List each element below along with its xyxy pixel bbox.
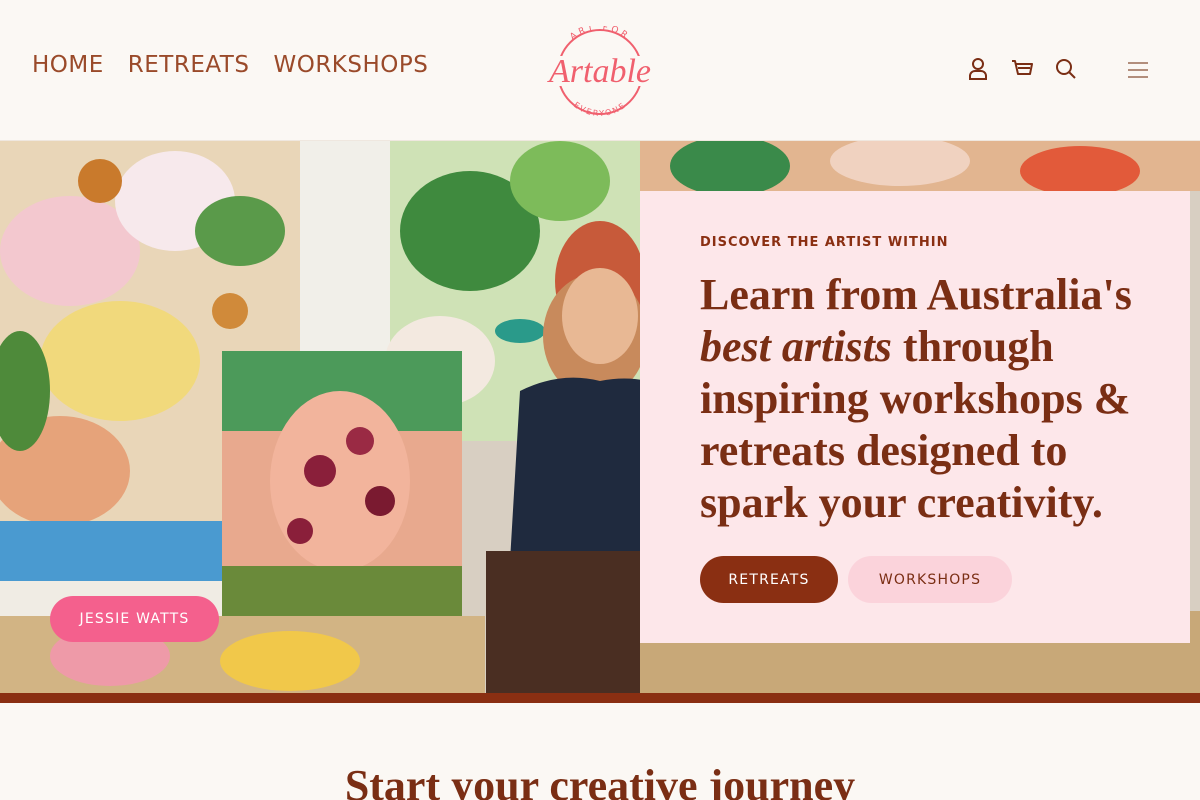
- logo-ring-bottom: EVERYONE: [572, 100, 626, 118]
- nav-retreats[interactable]: RETREATS: [128, 52, 250, 78]
- nav-workshops[interactable]: WORKSHOPS: [273, 52, 428, 78]
- cart-icon[interactable]: [1010, 56, 1034, 82]
- logo-wordmark: Artable: [547, 53, 651, 90]
- hero-headline: Learn from Australia's best artists thro…: [700, 269, 1170, 529]
- section-title: Start your creative journey: [344, 761, 856, 800]
- hero-bottom-band: [0, 693, 1200, 703]
- account-icon[interactable]: [966, 56, 990, 82]
- hero-eyebrow: DISCOVER THE ARTIST WITHIN: [700, 235, 949, 250]
- search-icon[interactable]: [1054, 56, 1078, 82]
- nav-home[interactable]: HOME: [32, 52, 104, 78]
- headline-part1: Learn from Australia's: [700, 270, 1132, 319]
- header-actions: [966, 56, 1078, 82]
- logo-ring-top: ART FOR: [568, 23, 628, 43]
- workshops-button[interactable]: WORKSHOPS: [848, 556, 1012, 603]
- svg-text:ART FOR: ART FOR: [568, 26, 631, 42]
- artist-name-tag[interactable]: JESSIE WATTS: [50, 596, 219, 642]
- menu-icon[interactable]: [1126, 58, 1150, 82]
- hero-text-panel: DISCOVER THE ARTIST WITHIN Learn from Au…: [640, 191, 1190, 643]
- site-header: HOME RETREATS WORKSHOPS ART FOR EVERYONE…: [0, 0, 1200, 141]
- headline-emphasis: best artists: [700, 322, 892, 371]
- svg-text:EVERYONE: EVERYONE: [572, 100, 628, 116]
- primary-nav: HOME RETREATS WORKSHOPS: [32, 52, 428, 78]
- artable-logo[interactable]: ART FOR EVERYONE Artable: [538, 23, 662, 118]
- retreats-button[interactable]: RETREATS: [700, 556, 838, 603]
